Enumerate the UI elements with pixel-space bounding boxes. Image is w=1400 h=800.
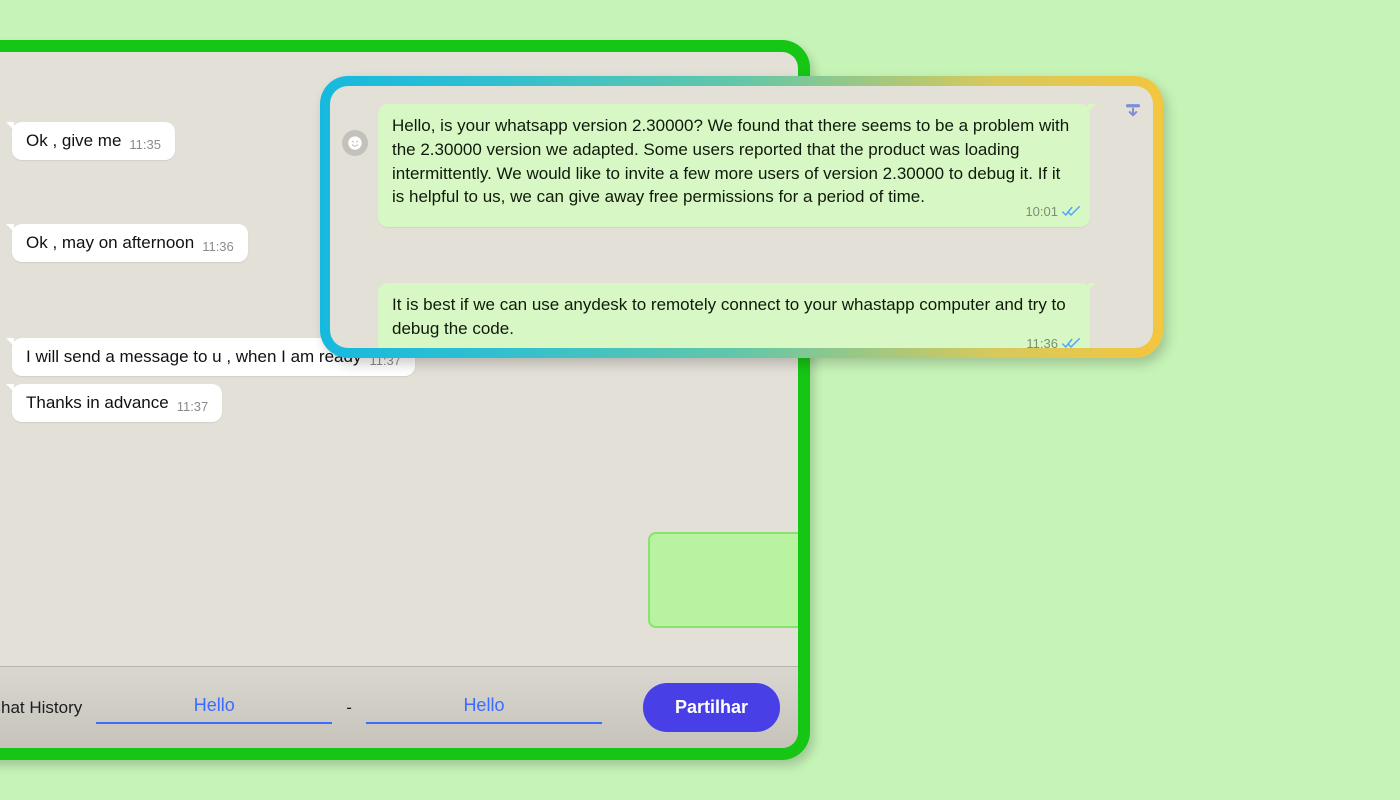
received-bubble[interactable]: Ok , may on afternoon 11:36 [12, 224, 248, 262]
outgoing-bubble[interactable]: It is best if we can use anydesk to remo… [378, 283, 1090, 348]
range-dash: - [346, 698, 352, 718]
message-time: 11:36 [202, 239, 234, 256]
arrow-down-icon [1123, 102, 1143, 122]
double-check-icon [1062, 206, 1080, 218]
message-time: 10:01 [1025, 203, 1058, 221]
overlay-message-row: It is best if we can use anydesk to remo… [342, 283, 1109, 348]
share-button[interactable]: Partilhar [643, 683, 780, 732]
overlay-panel: Hello, is your whatsapp version 2.30000?… [330, 86, 1153, 348]
received-bubble[interactable]: Thanks in advance 11:37 [12, 384, 222, 422]
message-time: 11:36 [1026, 335, 1058, 348]
message-text: Thanks in advance [26, 392, 169, 414]
message-text: Hello, is your whatsapp version 2.30000?… [392, 116, 1069, 206]
share-label: hare Chat History [0, 698, 82, 718]
outgoing-bubble[interactable]: Hello, is your whatsapp version 2.30000?… [378, 104, 1090, 227]
message-text: Ok , give me [26, 130, 121, 152]
overlay-message-row: Hello, is your whatsapp version 2.30000?… [342, 104, 1109, 227]
message-text: Ok , may on afternoon [26, 232, 194, 254]
message-text: I will send a message to u , when I am r… [26, 346, 361, 368]
share-from-input[interactable] [96, 691, 332, 724]
scroll-to-bottom-button[interactable] [1119, 98, 1147, 126]
message-time: 11:37 [177, 399, 209, 416]
share-bar: hare Chat History - Partilhar [0, 666, 798, 748]
message-time: 11:35 [129, 137, 161, 154]
overlay-chat-window: Hello, is your whatsapp version 2.30000?… [320, 76, 1163, 358]
double-check-icon [1062, 338, 1080, 348]
share-to-input[interactable] [366, 691, 602, 724]
emoji-icon[interactable] [342, 130, 368, 156]
received-bubble[interactable]: Ok , give me 11:35 [12, 122, 175, 160]
message-text: It is best if we can use anydesk to remo… [392, 295, 1066, 338]
outgoing-bubble-stub[interactable] [648, 532, 798, 628]
